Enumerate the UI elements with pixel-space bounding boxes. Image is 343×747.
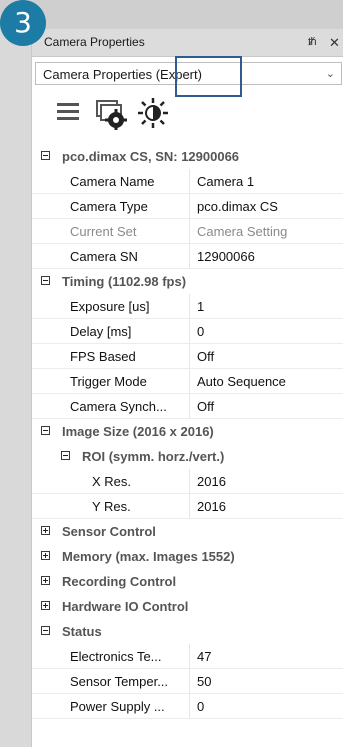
- category-timing[interactable]: Timing (1102.98 fps): [32, 269, 343, 294]
- collapse-icon[interactable]: [41, 426, 50, 435]
- property-name: Delay [ms]: [70, 324, 132, 339]
- expand-icon[interactable]: [41, 526, 50, 535]
- panel-title-bar: Camera Properties ᵺ ✕: [32, 29, 343, 57]
- expand-icon[interactable]: [41, 601, 50, 610]
- category-hardware-io[interactable]: Hardware IO Control: [32, 594, 343, 619]
- pin-icon[interactable]: ᵺ: [308, 29, 317, 56]
- property-name: Exposure [us]: [70, 299, 150, 314]
- property-name: Trigger Mode: [70, 374, 147, 389]
- property-row-electronics-temp[interactable]: Electronics Te... 47: [32, 644, 343, 669]
- property-name: Camera Type: [70, 199, 148, 214]
- property-row-current-set[interactable]: Current Set Camera Setting: [32, 219, 343, 244]
- chevron-down-icon: ⌄: [325, 68, 335, 80]
- background-strip: [0, 0, 343, 29]
- property-value[interactable]: 47: [197, 644, 342, 669]
- property-name: Electronics Te...: [70, 649, 162, 664]
- property-value[interactable]: 0: [197, 694, 342, 719]
- step-badge: 3: [0, 0, 46, 46]
- property-row-camera-name[interactable]: Camera Name Camera 1: [32, 169, 343, 194]
- category-status[interactable]: Status: [32, 619, 343, 644]
- property-row-camera-type[interactable]: Camera Type pco.dimax CS: [32, 194, 343, 219]
- category-hardware-io-label: Hardware IO Control: [62, 599, 189, 614]
- brightness-icon[interactable]: [136, 96, 170, 130]
- property-name: Camera Name: [70, 174, 155, 189]
- property-row-camera-synch[interactable]: Camera Synch... Off: [32, 394, 343, 419]
- property-row-sensor-temp[interactable]: Sensor Temper... 50: [32, 669, 343, 694]
- property-value[interactable]: 1: [197, 294, 342, 319]
- close-icon[interactable]: ✕: [329, 29, 340, 56]
- collapse-icon[interactable]: [41, 276, 50, 285]
- property-value[interactable]: Off: [197, 394, 342, 419]
- list-icon[interactable]: [54, 96, 88, 130]
- property-value[interactable]: 2016: [197, 494, 342, 519]
- collapse-icon[interactable]: [61, 451, 70, 460]
- category-camera[interactable]: pco.dimax CS, SN: 12900066: [32, 144, 343, 169]
- property-name: Camera Synch...: [70, 399, 167, 414]
- property-name: Current Set: [70, 224, 137, 239]
- property-row-exposure[interactable]: Exposure [us] 1: [32, 294, 343, 319]
- camera-properties-panel: Camera Properties ᵺ ✕ Camera Properties …: [31, 29, 343, 747]
- property-row-power-supply[interactable]: Power Supply ... 0: [32, 694, 343, 719]
- property-name: FPS Based: [70, 349, 136, 364]
- property-value[interactable]: pco.dimax CS: [197, 194, 342, 219]
- panel-title: Camera Properties: [44, 35, 145, 49]
- property-name: Sensor Temper...: [70, 674, 169, 689]
- property-row-y-res[interactable]: Y Res. 2016: [32, 494, 343, 519]
- category-recording-control-label: Recording Control: [62, 574, 177, 589]
- category-image-size-label: Image Size (2016 x 2016): [62, 424, 214, 439]
- category-roi-label: ROI (symm. horz./vert.): [82, 449, 225, 464]
- category-memory-label: Memory (max. Images 1552): [62, 549, 235, 564]
- property-value: Camera Setting: [197, 224, 288, 239]
- property-value[interactable]: 50: [197, 669, 342, 694]
- category-timing-label: Timing (1102.98 fps): [62, 274, 187, 289]
- category-sensor-control[interactable]: Sensor Control: [32, 519, 343, 544]
- property-row-trigger-mode[interactable]: Trigger Mode Auto Sequence: [32, 369, 343, 394]
- expand-icon[interactable]: [41, 551, 50, 560]
- property-value[interactable]: Camera 1: [197, 169, 342, 194]
- property-name: X Res.: [92, 474, 132, 489]
- property-value[interactable]: 12900066: [197, 244, 342, 269]
- category-memory[interactable]: Memory (max. Images 1552): [32, 544, 343, 569]
- category-image-size[interactable]: Image Size (2016 x 2016): [32, 419, 343, 444]
- category-roi[interactable]: ROI (symm. horz./vert.): [32, 444, 343, 469]
- property-value[interactable]: Auto Sequence: [197, 369, 342, 394]
- property-name: Camera SN: [70, 249, 138, 264]
- collapse-icon[interactable]: [41, 151, 50, 160]
- highlight-box: [175, 56, 242, 97]
- category-recording-control[interactable]: Recording Control: [32, 569, 343, 594]
- property-row-fps-based[interactable]: FPS Based Off: [32, 344, 343, 369]
- expand-icon[interactable]: [41, 576, 50, 585]
- category-sensor-control-label: Sensor Control: [62, 524, 156, 539]
- toolbar: [54, 96, 254, 132]
- property-name: Power Supply ...: [70, 699, 165, 714]
- category-camera-label: pco.dimax CS, SN: 12900066: [62, 149, 240, 164]
- property-name: Y Res.: [92, 499, 131, 514]
- category-status-label: Status: [62, 624, 102, 639]
- property-row-x-res[interactable]: X Res. 2016: [32, 469, 343, 494]
- property-row-camera-sn[interactable]: Camera SN 12900066: [32, 244, 343, 269]
- property-value[interactable]: 0: [197, 319, 342, 344]
- camera-settings-icon[interactable]: [94, 96, 128, 130]
- property-value[interactable]: 2016: [197, 469, 342, 494]
- property-row-delay[interactable]: Delay [ms] 0: [32, 319, 343, 344]
- property-value[interactable]: Off: [197, 344, 342, 369]
- collapse-icon[interactable]: [41, 626, 50, 635]
